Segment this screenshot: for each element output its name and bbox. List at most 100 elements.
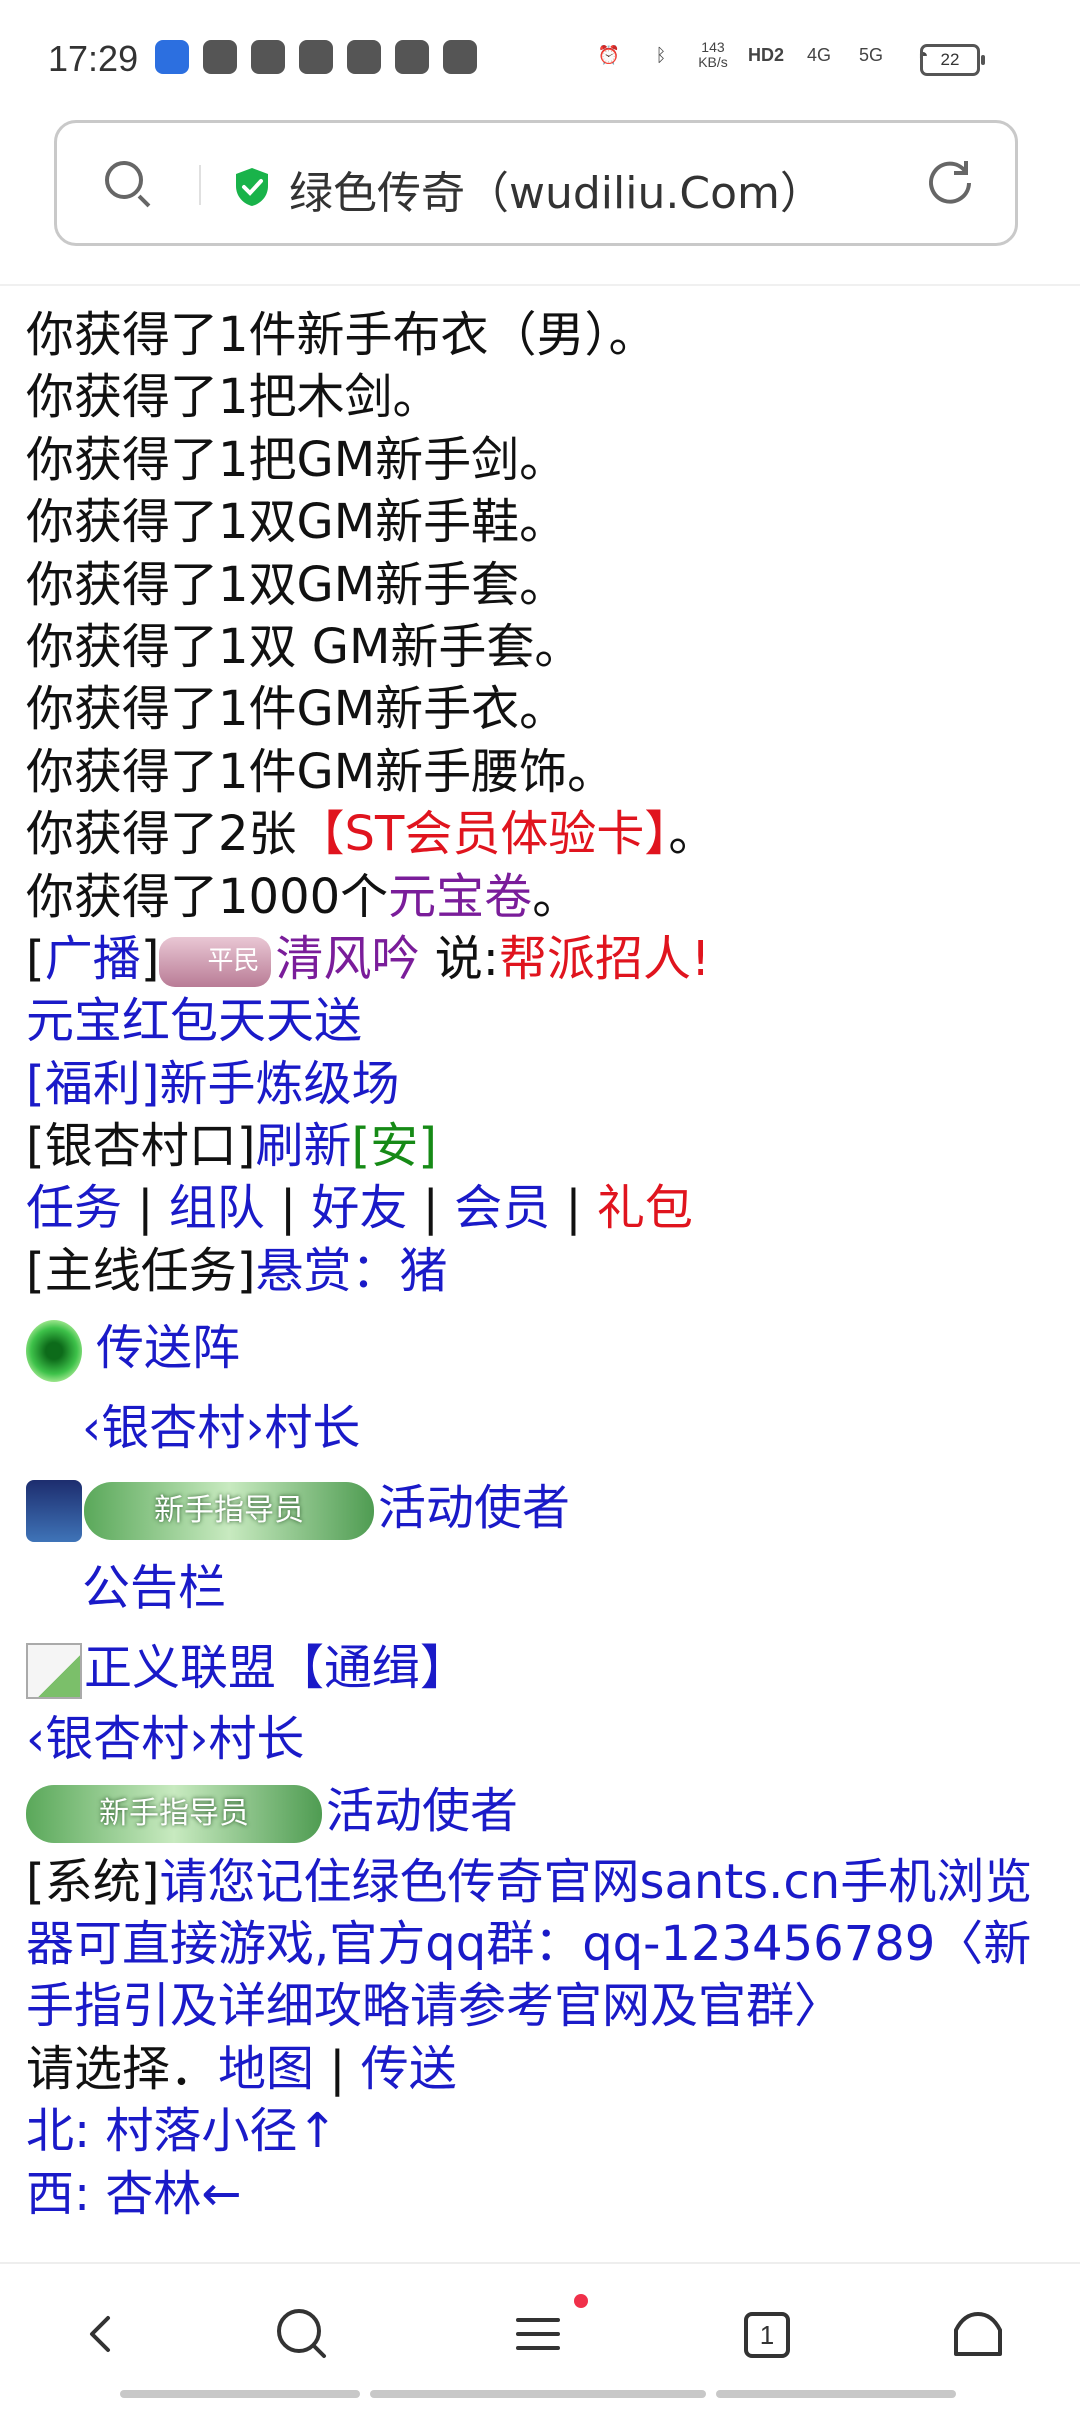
notification-dot: [574, 2294, 588, 2308]
npc-notice-board: 公告栏: [26, 1548, 1060, 1628]
teleport-link[interactable]: 传送: [361, 2041, 457, 2097]
main-quest-label: [主线任务]: [26, 1242, 256, 1299]
cloud-icon: [395, 40, 429, 74]
alarm-icon: ⏰: [597, 44, 621, 65]
bluetooth-icon: ᛒ: [655, 44, 667, 65]
vip-suffix: 。: [668, 806, 717, 863]
back-icon[interactable]: [72, 2304, 132, 2364]
portal-link[interactable]: 传送阵: [96, 1320, 240, 1376]
ingot-suffix: 。: [532, 868, 581, 925]
npc-envoy: 新手指导员 活动使者: [26, 1468, 1060, 1548]
signal-5g-icon: 5G: [858, 44, 883, 65]
rank-badge-icon: 平民: [159, 936, 272, 987]
message-line: 你获得了1双 GM新手套。: [26, 618, 583, 675]
direction-west-link[interactable]: 西: 杏林←: [26, 2166, 242, 2222]
menu-separator: |: [550, 1180, 597, 1237]
home-icon[interactable]: [948, 2304, 1008, 2364]
app-notification-icon: [155, 40, 189, 74]
vip-prefix: 你获得了2张: [26, 806, 297, 863]
broadcast-line: [广播] 平民 清风吟 说:帮派招人!: [26, 928, 1060, 990]
menu-separator: |: [122, 1180, 169, 1237]
village-chief-link[interactable]: ‹银杏村›村长: [26, 1711, 304, 1767]
broadcast-bracket: ]: [140, 930, 160, 987]
npc-village-chief-2: ‹银杏村›村长: [26, 1708, 1060, 1770]
hd-icon: HD2: [747, 44, 784, 65]
search-icon[interactable]: [105, 161, 143, 199]
site-title[interactable]: 绿色传奇（wudiliu.Com）: [289, 157, 824, 221]
ninja-avatar-icon: [26, 1480, 82, 1543]
map-link[interactable]: 地图: [218, 2041, 314, 2097]
message-line: 你获得了1件新手布衣（男）。: [26, 307, 657, 363]
broadcast-link[interactable]: 广播: [45, 931, 141, 987]
notice-board-link[interactable]: 公告栏: [82, 1560, 226, 1616]
menu-separator: |: [407, 1180, 455, 1237]
rank-badge-text: 平民: [207, 944, 260, 975]
message-line: 你获得了1件GM新手腰饰。: [26, 743, 616, 800]
guide-banner-icon[interactable]: 新手指导员: [84, 1482, 374, 1541]
address-bar[interactable]: 绿色传奇（wudiliu.Com）: [54, 120, 1018, 246]
ingot-gift-link[interactable]: 元宝红包天天送: [26, 993, 362, 1049]
bounty-link[interactable]: 悬赏：猪: [255, 1243, 447, 1299]
status-time: 17:29: [48, 38, 139, 79]
menu-separator: |: [264, 1180, 312, 1237]
broadcast-user-link[interactable]: 清风吟: [275, 931, 419, 987]
broadcast-message: 帮派招人!: [498, 930, 711, 987]
choose-line: 请选择．地图 | 传送: [26, 2038, 1060, 2100]
envoy-link[interactable]: 活动使者: [378, 1480, 570, 1536]
guide-banner-icon[interactable]: 新手指导员: [26, 1784, 322, 1843]
welfare-link[interactable]: [福利]新手炼级场: [26, 1056, 399, 1112]
system-icons: ⏰ ᛒ 143 KB/s HD2 4G 5G ◔: [592, 38, 940, 72]
choose-label: 请选择．: [26, 2040, 219, 2097]
vip-card-message: 你获得了2张【ST会员体验卡】。: [26, 803, 1060, 865]
reload-icon[interactable]: [925, 157, 975, 207]
vip-card-item: 【ST会员体验卡】: [296, 806, 669, 863]
broadcast-say: 说:: [419, 930, 499, 987]
portal-icon: [26, 1320, 82, 1383]
menu-friends[interactable]: 好友: [311, 1180, 407, 1236]
npc-portal: 传送阵: [26, 1308, 1060, 1388]
ingot-message: 你获得了1000个元宝卷。: [26, 866, 1060, 928]
system-label: [系统]: [26, 1853, 160, 1910]
safe-zone-badge: [安]: [351, 1118, 437, 1175]
refresh-link[interactable]: 刷新: [255, 1118, 351, 1174]
npc-village-chief: ‹银杏村›村长: [26, 1388, 1060, 1468]
game-content: 你获得了1件新手布衣（男）。 你获得了1把木剑。 你获得了1把GM新手剑。 你获…: [26, 304, 1060, 2250]
message-line: 你获得了1件GM新手衣。: [26, 681, 568, 738]
menu-team[interactable]: 组队: [169, 1180, 265, 1236]
send-icon: [299, 40, 333, 74]
menu-icon[interactable]: [508, 2304, 568, 2364]
gesture-bar: [120, 2390, 360, 2398]
tabs-button[interactable]: 1: [744, 2312, 790, 2358]
status-bar: 17:29 ⏰ ᛒ 143 KB/s HD2 4G 5G ◔ 22: [0, 0, 1080, 112]
npc-justice-league: 正义联盟【通缉】: [26, 1628, 1060, 1708]
village-chief-link[interactable]: ‹银杏村›村长: [82, 1400, 360, 1456]
divider: [0, 284, 1080, 286]
chat-icon: [347, 40, 381, 74]
bot-icon: [443, 40, 477, 74]
message-line: 你获得了1双GM新手鞋。: [26, 494, 568, 551]
choose-separator: |: [314, 2040, 361, 2097]
broadcast-bracket: [: [26, 930, 45, 987]
address-divider: [199, 165, 201, 205]
message-line: 你获得了1把木剑。: [26, 369, 441, 426]
gesture-bar: [370, 2390, 706, 2398]
search-icon[interactable]: [272, 2304, 332, 2364]
notification-icons: [155, 40, 477, 74]
menu-quests[interactable]: 任务: [26, 1180, 122, 1236]
network-speed: 143 KB/s: [698, 39, 728, 70]
direction-north-link[interactable]: 北: 村落小径↑: [26, 2103, 338, 2159]
shield-check-icon: [236, 168, 268, 206]
bottom-toolbar: 1: [0, 2262, 1080, 2410]
system-text-link[interactable]: 请您记住绿色传奇官网sants.cn手机浏览器可直接游戏,官方qq群：qq-12…: [26, 1854, 1032, 2035]
system-notice: [系统]请您记住绿色传奇官网sants.cn手机浏览器可直接游戏,官方qq群：q…: [26, 1851, 1060, 2038]
message-line: 你获得了1把GM新手剑。: [26, 431, 568, 488]
qq-icon: [203, 40, 237, 74]
justice-league-link[interactable]: 正义联盟【通缉】: [84, 1640, 468, 1696]
qq-alt-icon: [251, 40, 285, 74]
npc-envoy-2: 新手指导员 活动使者: [26, 1771, 1060, 1851]
envoy-link[interactable]: 活动使者: [326, 1783, 518, 1839]
menu-gift-link[interactable]: 礼包: [597, 1180, 693, 1236]
location-line: [银杏村口]刷新[安]: [26, 1115, 1060, 1177]
menu-vip[interactable]: 会员: [454, 1180, 550, 1236]
ingot-prefix: 你获得了1000个: [26, 868, 389, 925]
